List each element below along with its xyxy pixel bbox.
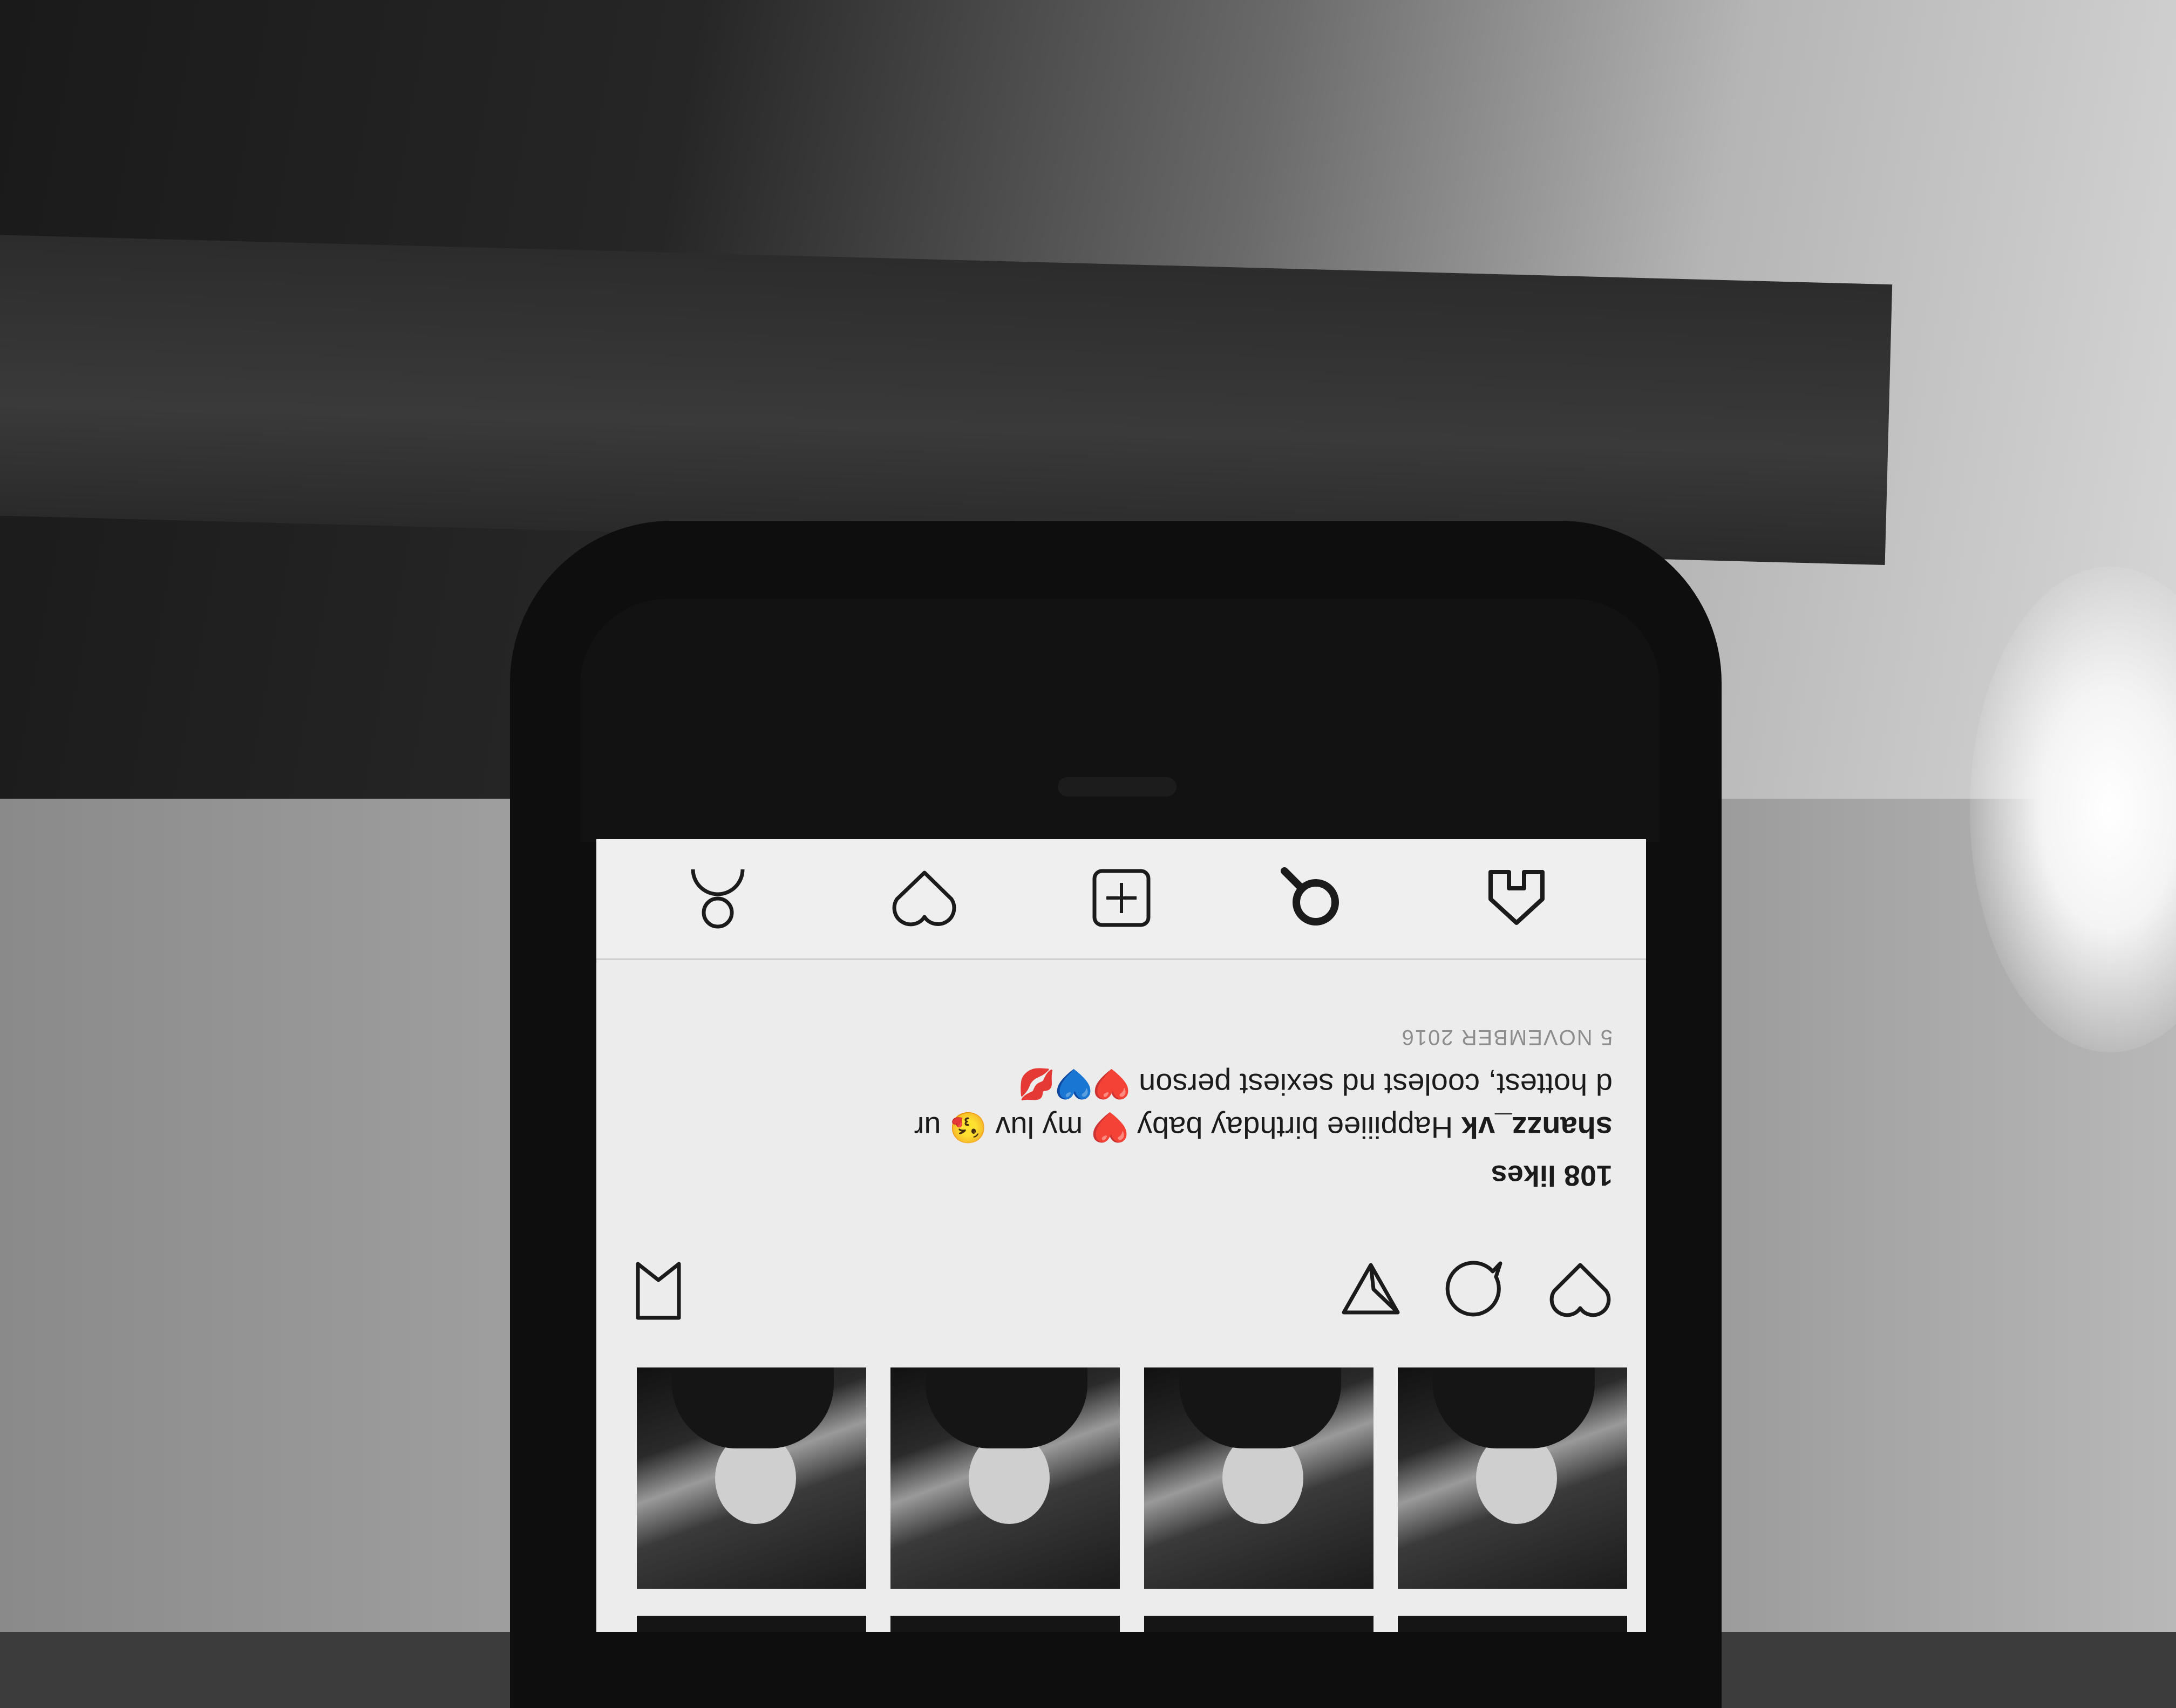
caption-username[interactable]: shanzz_vk [1461, 1111, 1613, 1145]
grid-thumbnail-partial[interactable] [1398, 1616, 1627, 1632]
profile-icon[interactable] [685, 864, 750, 934]
comment-icon[interactable] [1441, 1258, 1506, 1320]
caption-text-2: d hottest, coolest nd sexiest person ❤️💙… [1017, 1067, 1613, 1101]
home-icon[interactable] [1484, 866, 1549, 930]
bottom-tab-bar [596, 839, 1646, 960]
caption-text-1: Happiiiee birthday baby ❤️ my luv 😘 ur [914, 1111, 1453, 1145]
phone-bezel [580, 599, 1660, 842]
grid-thumbnail-partial[interactable] [637, 1616, 866, 1632]
caption-line-1: shanzz_vk Happiiiee birthday baby ❤️ my … [614, 1106, 1613, 1149]
photo-grid [596, 1362, 1646, 1632]
activity-heart-icon[interactable] [890, 867, 958, 929]
search-icon[interactable] [1279, 866, 1344, 930]
instagram-screen: 108 likes shanzz_vk Happiiiee birthday b… [596, 839, 1646, 1632]
likes-count[interactable]: 108 likes [1491, 1159, 1613, 1192]
grid-thumbnail-partial[interactable] [890, 1616, 1120, 1632]
post-actions-row [596, 1243, 1646, 1362]
add-post-icon[interactable] [1089, 866, 1154, 930]
heart-icon[interactable] [1548, 1260, 1613, 1319]
grid-thumbnail[interactable] [1144, 1367, 1373, 1589]
grid-thumbnail-partial[interactable] [1144, 1616, 1373, 1632]
grid-thumbnail[interactable] [637, 1367, 866, 1589]
background-beam [0, 233, 1893, 566]
post-caption: shanzz_vk Happiiiee birthday baby ❤️ my … [614, 1063, 1613, 1149]
grid-thumbnail[interactable] [890, 1367, 1120, 1589]
grid-thumbnail[interactable] [1398, 1367, 1627, 1589]
share-icon[interactable] [1338, 1260, 1403, 1319]
post-date: 5 NOVEMBER 2016 [1400, 1025, 1613, 1049]
bookmark-icon[interactable] [631, 1258, 685, 1323]
phone-earpiece [1058, 777, 1177, 797]
